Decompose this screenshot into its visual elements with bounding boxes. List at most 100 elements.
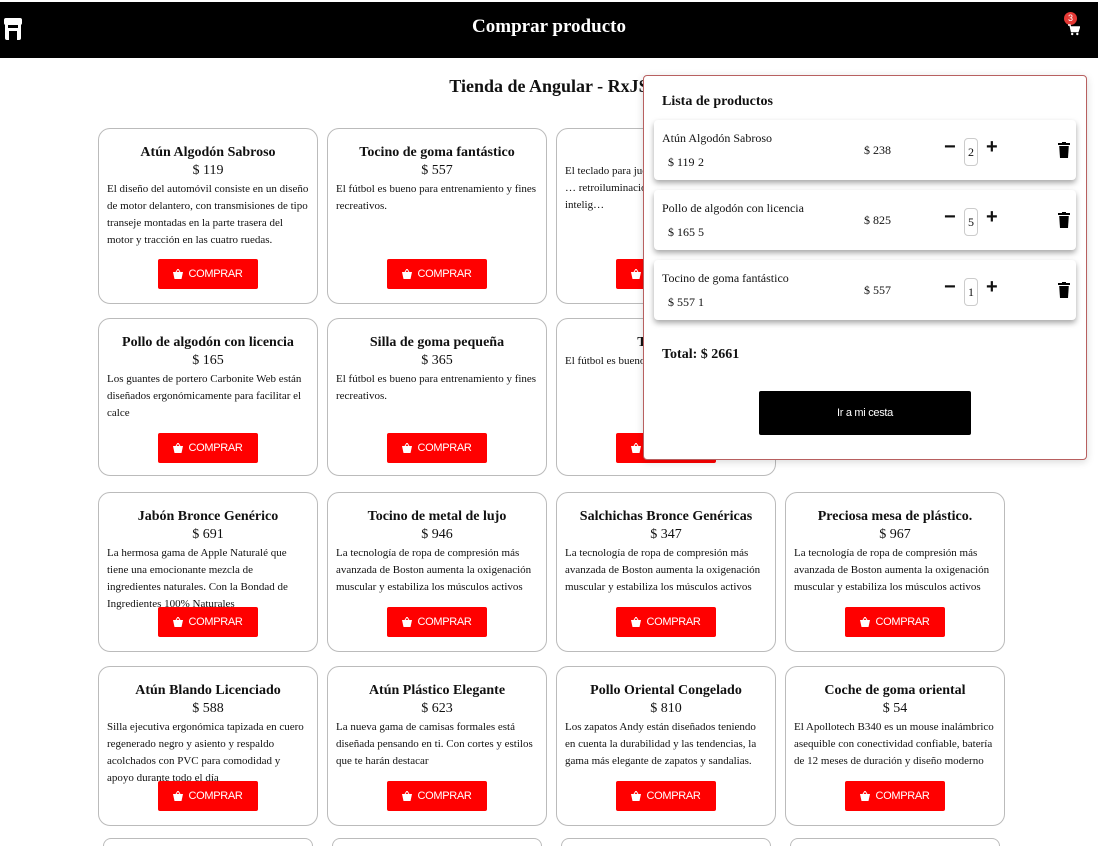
basket-icon: [402, 791, 413, 801]
increase-qty-button[interactable]: +: [986, 206, 998, 229]
product-name: Salchichas Bronce Genéricas: [579, 509, 753, 524]
buy-button[interactable]: COMPRAR: [387, 259, 487, 289]
cart-item-line-total: $ 557: [864, 283, 891, 297]
cart-item-qty-label: 2: [698, 155, 704, 169]
product-price: $ 365: [421, 353, 453, 368]
buy-button-label: COMPRAR: [646, 616, 701, 628]
cart-item-qty-label: 5: [698, 225, 704, 239]
product-description: La tecnología de ropa de compresión más …: [336, 547, 532, 593]
product-description: La tecnología de ropa de compresión más …: [794, 547, 990, 593]
qty-input[interactable]: 2: [964, 138, 978, 166]
trash-icon[interactable]: [1058, 282, 1070, 298]
product-description: La nueva gama de camisas formales está d…: [336, 721, 533, 767]
basket-icon: [631, 791, 642, 801]
buy-button[interactable]: COMPRAR: [158, 607, 258, 637]
product-card: Tocino de metal de lujo $ 946 La tecnologí…: [327, 492, 547, 652]
product-price: $ 557: [421, 163, 453, 178]
buy-button-label: COMPRAR: [188, 790, 243, 802]
page-title: Comprar producto: [472, 16, 626, 37]
increase-qty-button[interactable]: +: [986, 136, 998, 159]
cart-item-line-total: $ 825: [864, 213, 891, 227]
basket-icon: [631, 443, 642, 453]
buy-button[interactable]: COMPRAR: [387, 433, 487, 463]
cart-item-qty-label: 1: [698, 295, 704, 309]
cart-item-unit-price: $ 557: [668, 295, 695, 309]
product-card: Atún Algodón Sabroso $ 119 El diseño del a…: [98, 128, 318, 304]
product-card: Silla de goma pequeña $ 365 El fútbol es b…: [327, 318, 547, 476]
product-description: El Apollotech B340 es un mouse inalámbri…: [794, 721, 994, 767]
go-to-cart-button[interactable]: Ir a mi cesta: [759, 391, 971, 435]
basket-icon: [631, 617, 642, 627]
increase-qty-button[interactable]: +: [986, 276, 998, 299]
product-price: $ 588: [192, 701, 224, 716]
product-description: El diseño del automóvil consiste en un d…: [107, 183, 309, 246]
buy-button[interactable]: COMPRAR: [387, 781, 487, 811]
buy-button[interactable]: COMPRAR: [845, 781, 945, 811]
product-card: Coche de goma oriental $ 54 El Apollotech …: [785, 666, 1005, 826]
buy-button[interactable]: COMPRAR: [158, 259, 258, 289]
basket-icon: [173, 443, 184, 453]
buy-button[interactable]: COMPRAR: [616, 781, 716, 811]
product-price: $ 810: [650, 701, 682, 716]
buy-button-label: COMPRAR: [417, 442, 472, 454]
buy-button-label: COMPRAR: [417, 790, 472, 802]
cart-item-name: Tocino de goma fantástico: [662, 271, 789, 285]
product-description: La hermosa gama de Apple Naturalé que ti…: [107, 547, 288, 610]
cart-total: Total: $ 2661: [662, 347, 740, 362]
qty-input[interactable]: 1: [964, 278, 978, 306]
product-price: $ 946: [421, 527, 453, 542]
basket-icon: [860, 791, 871, 801]
product-name: Silla de goma pequeña: [369, 335, 505, 350]
product-description: La tecnología de ropa de compresión más …: [565, 547, 761, 593]
product-card: Pollo Oriental Congelado $ 810 Los zapatos…: [556, 666, 776, 826]
basket-icon: [631, 269, 642, 279]
cart-item-unit-price: $ 165: [668, 225, 695, 239]
product-name: Tocino de metal de lujo: [367, 509, 507, 524]
product-card: Pollo de algodón con licencia $ 165 Los gu…: [98, 318, 318, 476]
basket-icon: [402, 443, 413, 453]
product-name: Tocino de goma fantástico: [359, 145, 515, 160]
trash-icon[interactable]: [1058, 212, 1070, 228]
buy-button-label: COMPRAR: [417, 616, 472, 628]
product-price: $ 347: [650, 527, 682, 542]
product-description: Los zapatos Andy están diseñados teniend…: [565, 721, 757, 767]
cart-line-item: Pollo de algodón con licencia $ 165 5 $ …: [654, 190, 1076, 250]
cart-heading: Lista de productos: [662, 94, 773, 109]
cart-icon: [1068, 24, 1080, 36]
decrease-qty-button[interactable]: −: [944, 136, 956, 159]
basket-icon: [173, 791, 184, 801]
qty-input[interactable]: 5: [964, 208, 978, 236]
trash-icon[interactable]: [1058, 142, 1070, 158]
product-name: Atún Blando Licenciado: [135, 683, 281, 698]
product-card: Preciosa mesa de plástico. $ 967 La tecnol…: [785, 492, 1005, 652]
buy-button-label: COMPRAR: [188, 268, 243, 280]
product-card-partial: [561, 838, 771, 846]
product-card: Tocino de goma fantástico $ 557 El fútbol …: [327, 128, 547, 304]
buy-button[interactable]: COMPRAR: [845, 607, 945, 637]
buy-button[interactable]: COMPRAR: [158, 433, 258, 463]
product-name: Atún Plástico Elegante: [368, 683, 506, 698]
product-description: El fútbol es bueno para entrenamiento y …: [336, 373, 537, 402]
buy-button-label: COMPRAR: [875, 616, 930, 628]
product-card: Jabón Bronce Genérico $ 691 La hermosa gam…: [98, 492, 318, 652]
buy-button[interactable]: COMPRAR: [616, 607, 716, 637]
buy-button[interactable]: COMPRAR: [387, 607, 487, 637]
product-card-partial: [103, 838, 313, 846]
basket-icon: [402, 617, 413, 627]
basket-icon: [860, 617, 871, 627]
cart-button[interactable]: 3: [1064, 12, 1084, 40]
product-price: $ 54: [882, 701, 908, 716]
product-price: $ 623: [421, 701, 453, 716]
decrease-qty-button[interactable]: −: [944, 206, 956, 229]
buy-button-label: COMPRAR: [188, 442, 243, 454]
decrease-qty-button[interactable]: −: [944, 276, 956, 299]
basket-icon: [173, 617, 184, 627]
product-card-partial: [332, 838, 542, 846]
product-price: $ 119: [192, 163, 224, 178]
buy-button[interactable]: COMPRAR: [158, 781, 258, 811]
product-name: Jabón Bronce Genérico: [137, 509, 279, 524]
cart-item-line-total: $ 238: [864, 143, 891, 157]
basket-icon: [402, 269, 413, 279]
basket-icon: [173, 269, 184, 279]
cart-item-unit-price: $ 119: [668, 155, 695, 169]
